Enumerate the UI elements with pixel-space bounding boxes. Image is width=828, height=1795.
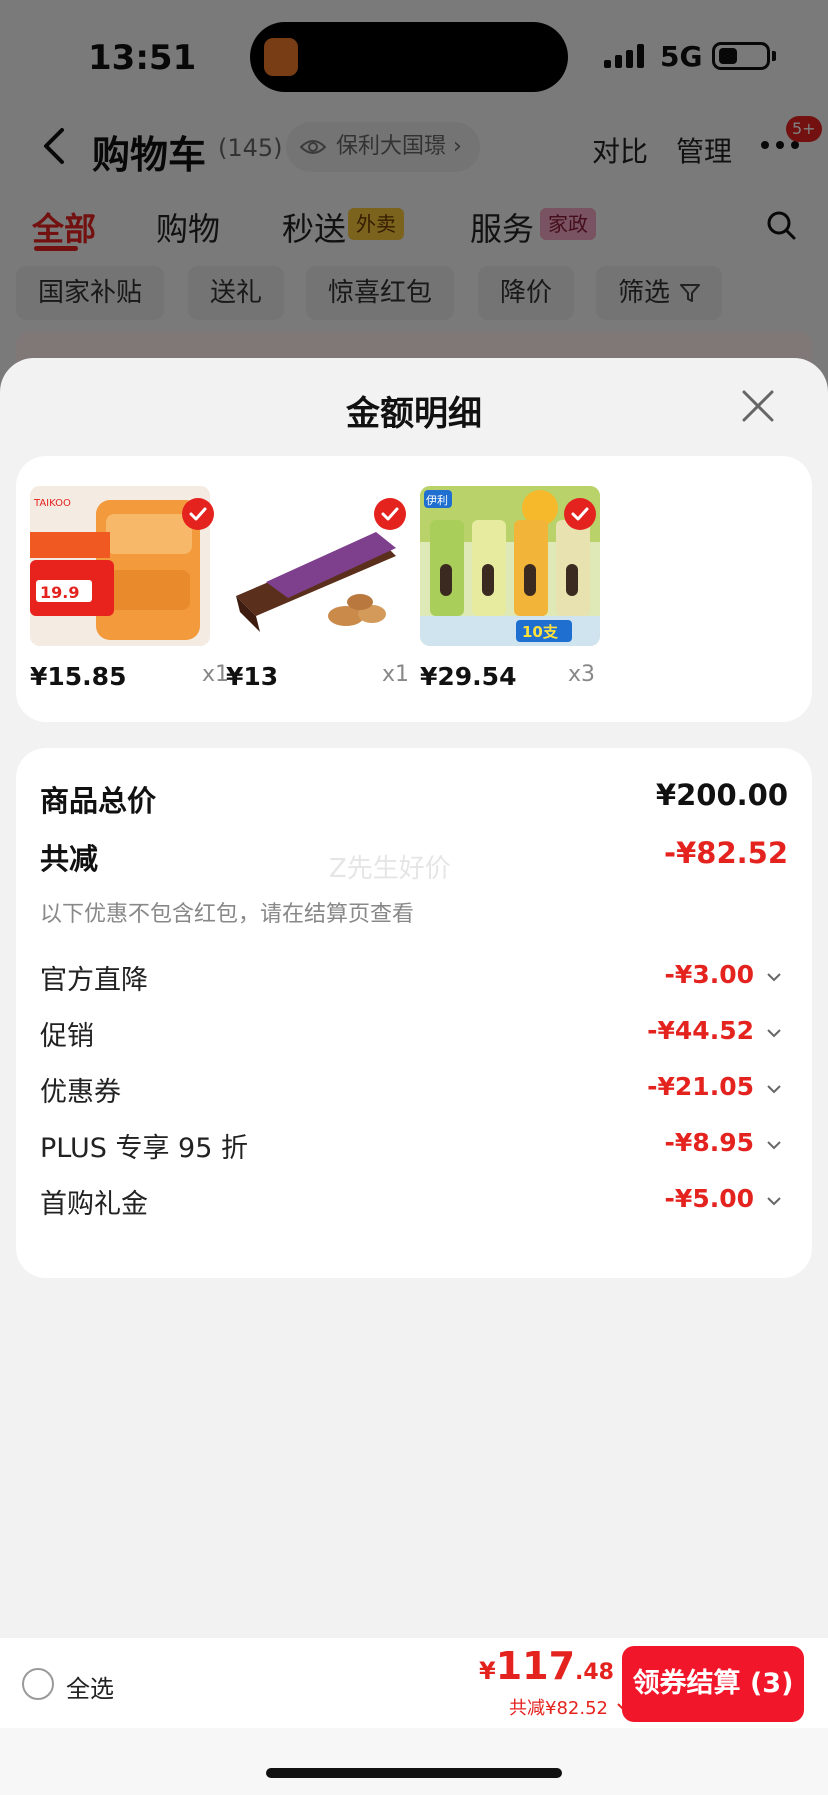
product-qty: x1	[202, 662, 230, 687]
discount-row-label: 官方直降	[40, 965, 148, 996]
product-item[interactable]: ¥13 x1	[226, 486, 412, 696]
close-icon[interactable]	[740, 388, 776, 424]
select-all-label[interactable]: 全选	[66, 1669, 114, 1704]
currency-symbol: ¥	[478, 1657, 496, 1685]
bread-promo-price: 19.9	[40, 583, 79, 602]
checkout-button[interactable]: 领券结算 (3)	[622, 1646, 804, 1722]
discount-row-label: PLUS 专享 95 折	[40, 1133, 248, 1164]
select-all-radio[interactable]	[22, 1668, 54, 1700]
total-integer: 117	[495, 1644, 576, 1688]
ice-cream-brand-logo: 伊利	[426, 494, 448, 507]
bread-brand-logo: TAIKOO	[33, 498, 71, 509]
product-price: ¥13	[226, 662, 279, 691]
total-price-value: ¥200.00	[655, 778, 788, 812]
total-amount: ¥117.48	[479, 1644, 614, 1688]
discount-row-label: 优惠券	[40, 1077, 121, 1108]
discount-row-value[interactable]: -¥3.00	[665, 960, 754, 989]
watermark: Z先生好价	[329, 854, 451, 884]
product-item[interactable]: 19.9 TAIKOO ¥15.85 x1	[30, 486, 229, 696]
chevron-down-icon[interactable]	[766, 972, 782, 982]
chevron-down-icon[interactable]	[766, 1196, 782, 1206]
product-price: ¥15.85	[30, 662, 127, 691]
discount-row-label: 促销	[40, 1021, 94, 1052]
check-icon[interactable]	[564, 498, 596, 530]
discount-row-value[interactable]: -¥44.52	[647, 1016, 754, 1045]
discount-total-value: -¥82.52	[664, 836, 788, 870]
selected-products: 19.9 TAIKOO ¥15.85 x1 ¥13 x1 伊利 10支 ¥29.…	[16, 456, 812, 722]
amount-detail-sheet: 金额明细 19.9 TAIKOO ¥15.85 x1 ¥13 x1 伊利 10支…	[0, 358, 828, 1795]
checkout-bar: 全选 ¥117.48 共减¥82.52 领券结算 (3)	[0, 1638, 828, 1728]
check-icon[interactable]	[374, 498, 406, 530]
discount-summary[interactable]: 共减¥82.52	[509, 1694, 608, 1720]
product-qty: x1	[382, 662, 410, 687]
home-indicator-area	[0, 1728, 828, 1795]
chevron-down-icon[interactable]	[766, 1028, 782, 1038]
discount-row-value[interactable]: -¥5.00	[665, 1184, 754, 1213]
discount-row-value[interactable]: -¥8.95	[665, 1128, 754, 1157]
discount-row-label: 首购礼金	[40, 1189, 148, 1220]
discount-total-label: 共减	[40, 842, 99, 876]
sheet-title: 金额明细	[346, 394, 482, 434]
chevron-down-icon[interactable]	[766, 1084, 782, 1094]
home-indicator[interactable]	[266, 1768, 562, 1778]
total-price-label: 商品总价	[40, 784, 157, 818]
discount-row-value[interactable]: -¥21.05	[647, 1072, 754, 1101]
ice-cream-promo: 10支	[522, 623, 559, 641]
discount-note: 以下优惠不包含红包，请在结算页查看	[40, 902, 415, 927]
product-price: ¥29.54	[420, 662, 517, 691]
chevron-down-icon[interactable]	[766, 1140, 782, 1150]
product-qty: x3	[568, 662, 596, 687]
check-icon[interactable]	[182, 498, 214, 530]
total-decimal: .48	[575, 1660, 614, 1685]
product-item[interactable]: 伊利 10支 ¥29.54 x3	[420, 486, 606, 696]
price-summary: 商品总价 ¥200.00 共减 Z先生好价 -¥82.52 以下优惠不包含红包，…	[16, 748, 812, 1278]
